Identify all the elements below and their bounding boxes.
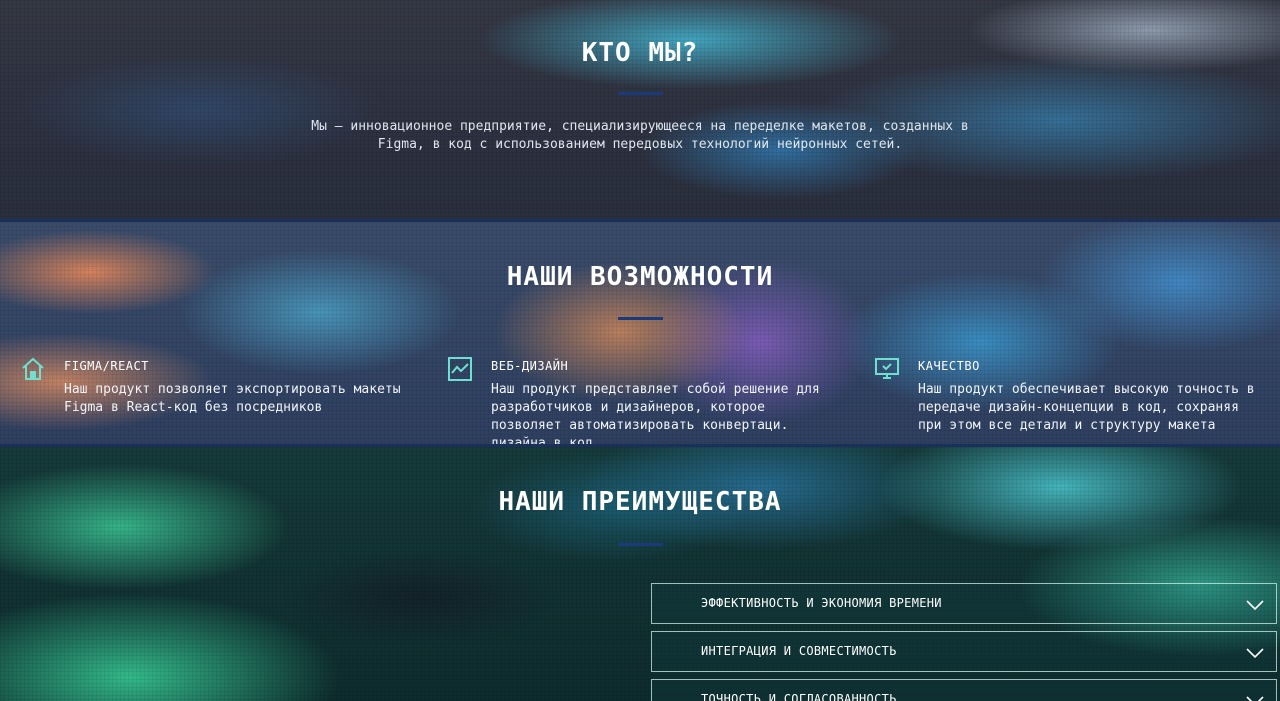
accordion-label: ЭФФЕКТИВНОСТЬ И ЭКОНОМИЯ ВРЕМЕНИ xyxy=(701,596,942,610)
chevron-down-icon[interactable] xyxy=(1246,596,1264,611)
accordion-label: ИНТЕГРАЦИЯ И СОВМЕСТИМОСТЬ xyxy=(701,644,897,658)
accordion-item-integration[interactable]: ИНТЕГРАЦИЯ И СОВМЕСТИМОСТЬ xyxy=(651,631,1277,672)
about-title: КТО МЫ? xyxy=(581,38,699,68)
monitor-icon xyxy=(874,356,900,382)
features-section: НАШИ ВОЗМОЖНОСТИ FIGMA/REACT Наш продукт… xyxy=(0,222,1280,445)
house-icon xyxy=(20,356,46,382)
about-title-underline xyxy=(618,92,663,95)
features-title-underline xyxy=(618,317,663,320)
feature-name: ВЕБ-ДИЗАЙН xyxy=(491,359,569,373)
about-section: КТО МЫ? Мы – инновационное предприятие, … xyxy=(0,0,1280,220)
advantages-section: НАШИ ПРЕИМУЩЕСТВА ЭФФЕКТИВНОСТЬ И ЭКОНОМ… xyxy=(0,447,1280,701)
feature-text: Наш продукт представляет собой решение д… xyxy=(491,382,820,445)
accordion-item-efficiency[interactable]: ЭФФЕКТИВНОСТЬ И ЭКОНОМИЯ ВРЕМЕНИ xyxy=(651,583,1277,624)
feature-text: Наш продукт позволяет экспортировать мак… xyxy=(64,382,401,415)
chart-icon xyxy=(447,356,473,382)
about-description: Мы – инновационное предприятие, специали… xyxy=(311,119,969,152)
accordion-label: ТОЧНОСТЬ И СОГЛАСОВАННОСТЬ xyxy=(701,692,897,701)
feature-name: КАЧЕСТВО xyxy=(918,359,980,373)
advantages-title: НАШИ ПРЕИМУЩЕСТВА xyxy=(498,487,782,517)
chevron-down-icon[interactable] xyxy=(1246,644,1264,659)
accordion-item-accuracy[interactable]: ТОЧНОСТЬ И СОГЛАСОВАННОСТЬ xyxy=(651,679,1277,701)
chevron-down-icon[interactable] xyxy=(1246,692,1264,701)
features-title: НАШИ ВОЗМОЖНОСТИ xyxy=(506,262,774,292)
feature-name: FIGMA/REACT xyxy=(64,359,149,373)
advantages-title-underline xyxy=(618,543,663,546)
feature-text: Наш продукт обеспечивает высокую точност… xyxy=(918,382,1255,433)
